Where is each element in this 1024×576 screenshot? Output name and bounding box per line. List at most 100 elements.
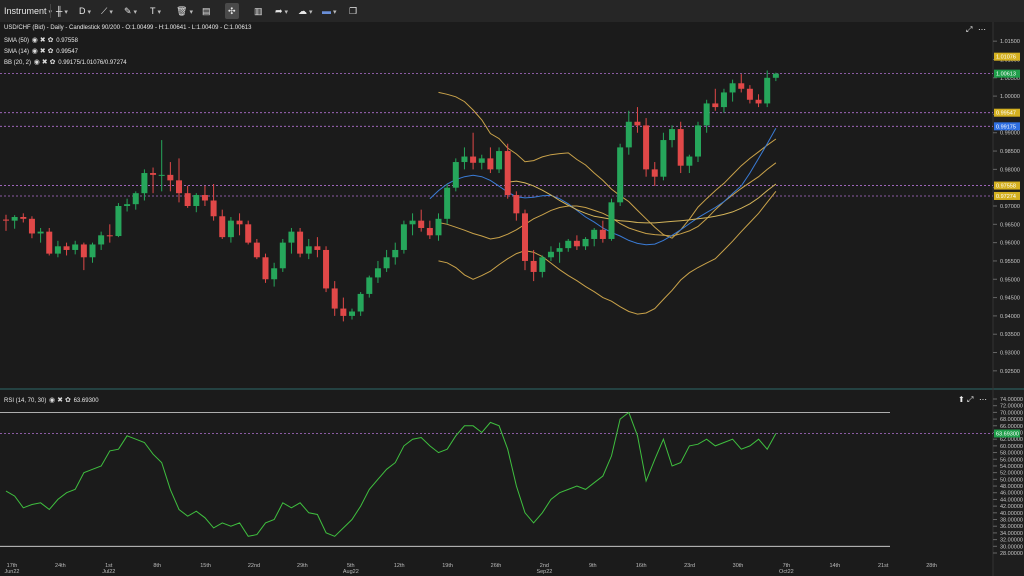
- candle-body: [193, 195, 200, 206]
- chevron-down-icon: ▾: [284, 9, 289, 16]
- close-icon[interactable]: ✖: [42, 58, 48, 66]
- language-button[interactable]: ▬ ▾: [322, 3, 337, 19]
- popout-button[interactable]: ❐: [349, 3, 357, 19]
- candle-body: [271, 268, 278, 280]
- menu-icon[interactable]: ⋯: [978, 25, 986, 34]
- rsi-tick-label: 52.00000: [1000, 471, 1023, 477]
- sma50-value: 0.97558: [56, 38, 78, 44]
- maximize-icon[interactable]: ⤢: [967, 395, 973, 405]
- candle-body: [210, 200, 217, 217]
- candle-body: [141, 173, 148, 194]
- delete-button[interactable]: 🗑 ▾: [176, 3, 193, 19]
- gear-icon[interactable]: ✿: [65, 396, 71, 404]
- legend-sma14: SMA (14) ◉ ✖ ✿ 0.99547: [4, 47, 78, 55]
- candle-body: [669, 129, 676, 141]
- layout-button[interactable]: ▤: [202, 3, 211, 19]
- candle-body: [608, 202, 615, 239]
- timeframe-dropdown[interactable]: D ▾: [79, 3, 91, 19]
- rsi-tick-label: 68.00000: [1000, 417, 1023, 423]
- date-tick-label: 28th: [926, 563, 937, 569]
- candle-body: [513, 195, 520, 214]
- date-tick-label: 26th: [491, 563, 502, 569]
- candle-body: [764, 77, 771, 104]
- drawing-tools-button[interactable]: ⟋ ▾: [101, 3, 113, 19]
- menu-icon[interactable]: ⋯: [979, 395, 987, 404]
- indicators-button[interactable]: ▥: [254, 3, 263, 19]
- chevron-down-icon: ▾: [157, 9, 162, 16]
- candle-body: [349, 311, 355, 316]
- candle-body: [383, 257, 390, 269]
- candle-body: [487, 158, 494, 170]
- date-tick-label: 8th: [153, 563, 161, 569]
- candle-body: [634, 121, 641, 126]
- candle-body: [599, 229, 606, 239]
- candle-body: [167, 174, 174, 181]
- candle-body: [400, 224, 407, 250]
- candle-body: [89, 244, 96, 258]
- price-badge-label: 0.97274: [996, 194, 1016, 200]
- candle-body: [115, 206, 122, 237]
- candle-body: [3, 219, 9, 221]
- timeframe-label: D: [79, 6, 86, 16]
- rsi-tick-label: 62.00000: [1000, 437, 1023, 443]
- close-icon[interactable]: ✖: [40, 47, 46, 55]
- candle-body: [20, 216, 27, 219]
- candle-body: [677, 129, 684, 166]
- theme-button[interactable]: ☁ ▾: [298, 3, 313, 19]
- candle-body: [331, 288, 338, 309]
- maximize-icon[interactable]: ⤢: [966, 25, 972, 35]
- candle-body: [340, 308, 347, 316]
- pencil-icon: ✎: [124, 6, 132, 16]
- close-icon[interactable]: ✖: [57, 396, 63, 404]
- pencil-button[interactable]: ✎ ▾: [124, 3, 137, 19]
- candle-body: [720, 92, 727, 108]
- candle-body: [547, 251, 554, 258]
- rsi-tick-label: 36.00000: [1000, 524, 1023, 530]
- price-tick-label: 1.01500: [1000, 39, 1020, 45]
- candle-body: [772, 73, 779, 78]
- rsi-tick-label: 72.00000: [1000, 404, 1023, 410]
- candles-icon: ╫: [56, 6, 63, 16]
- date-tick-label: 19th: [442, 563, 453, 569]
- candle-body: [80, 244, 87, 258]
- text-tool-button[interactable]: T ▾: [150, 3, 161, 19]
- candle-body: [314, 246, 321, 250]
- bb-label: BB (20, 2): [4, 60, 32, 66]
- price-tick-label: 0.96500: [1000, 222, 1020, 228]
- rsi-tick-label: 42.00000: [1000, 504, 1023, 510]
- eye-icon[interactable]: ◉: [32, 36, 38, 44]
- share-button[interactable]: ➦ ▾: [275, 3, 288, 19]
- candle-body: [288, 231, 295, 243]
- rsi-label: RSI (14, 70, 30): [4, 398, 47, 404]
- chart-area[interactable]: 1.015001.010001.005001.000000.995000.990…: [0, 22, 1024, 576]
- chevron-down-icon: ▾: [333, 9, 337, 16]
- candle-body: [374, 268, 381, 278]
- candle-body: [279, 242, 286, 269]
- instrument-dropdown[interactable]: Instrument▾: [4, 3, 52, 19]
- price-tick-label: 0.98500: [1000, 149, 1020, 155]
- gear-icon[interactable]: ✿: [50, 58, 56, 66]
- candle-body: [98, 235, 105, 245]
- candle-body: [297, 231, 304, 254]
- date-tick-month: Jun22: [5, 569, 20, 575]
- gear-icon[interactable]: ✿: [48, 47, 54, 55]
- gear-icon[interactable]: ✿: [48, 36, 54, 44]
- price-tick-label: 0.99000: [1000, 131, 1020, 137]
- crosshair-button[interactable]: ✣: [225, 3, 239, 19]
- price-badge-label: 0.99547: [996, 111, 1016, 117]
- eye-icon[interactable]: ◉: [34, 58, 40, 66]
- chart-type-button[interactable]: ╫ ▾: [56, 3, 68, 19]
- price-tick-label: 0.92500: [1000, 369, 1020, 375]
- candle-body: [253, 242, 260, 258]
- date-tick-month: Jul22: [102, 569, 115, 575]
- rsi-tick-label: 30.00000: [1000, 544, 1023, 550]
- rsi-badge-label: 63.69300: [996, 432, 1019, 438]
- candle-body: [539, 257, 546, 272]
- drawing-line-icon: ⟋: [101, 6, 108, 16]
- candle-body: [703, 103, 710, 126]
- eye-icon[interactable]: ◉: [32, 47, 38, 55]
- eye-icon[interactable]: ◉: [49, 396, 55, 404]
- move-up-icon[interactable]: ⬆: [958, 395, 965, 404]
- close-icon[interactable]: ✖: [40, 36, 46, 44]
- candle-body: [227, 220, 234, 238]
